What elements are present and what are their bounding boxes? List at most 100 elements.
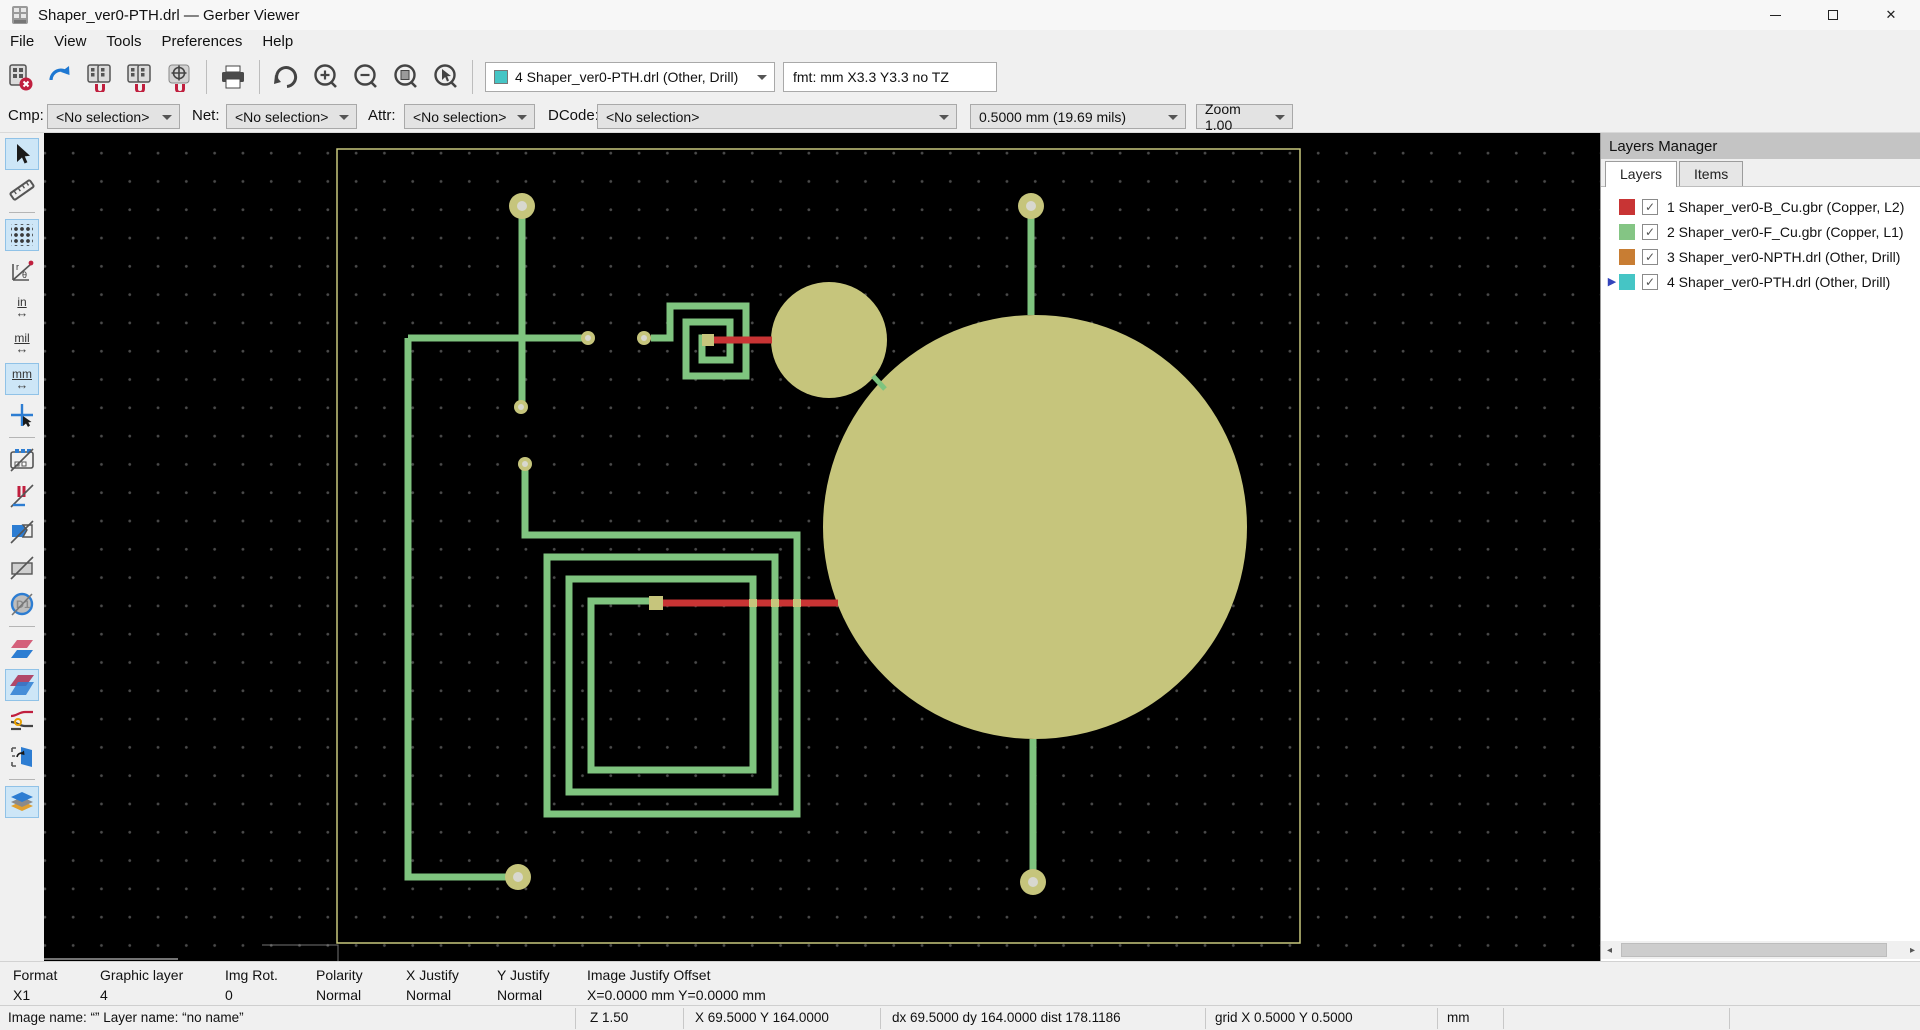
polar-coords-button[interactable]: r θ [5, 255, 39, 287]
layers-stacked-mode-button[interactable] [5, 669, 39, 701]
layer-color-swatch[interactable] [1619, 199, 1635, 215]
scroll-left-icon[interactable]: ◂ [1601, 945, 1618, 956]
menu-view[interactable]: View [44, 31, 96, 52]
left-toolbar: r θ in↔ mil↔ mm↔ [0, 133, 44, 961]
net-label: Net: [192, 107, 220, 124]
dcode-select[interactable]: <No selection> [597, 104, 957, 129]
active-layer-select[interactable]: 4 Shaper_ver0-PTH.drl (Other, Drill) [485, 62, 775, 92]
print-button[interactable] [213, 57, 253, 97]
layer-list: ✓ 1 Shaper_ver0-B_Cu.gbr (Copper, L2) ✓ … [1601, 187, 1920, 294]
menu-tools[interactable]: Tools [96, 31, 151, 52]
minimize-button[interactable] [1746, 0, 1804, 30]
flip-view-button[interactable] [5, 741, 39, 773]
layer-color-swatch[interactable] [1619, 249, 1635, 265]
attr-select[interactable]: <No selection> [404, 104, 535, 129]
svg-text:r: r [16, 262, 19, 272]
open-job-icon [165, 62, 195, 92]
tab-items[interactable]: Items [1679, 161, 1743, 186]
open-drill-files-button[interactable] [120, 57, 160, 97]
reload-all-layers-button[interactable] [40, 57, 80, 97]
layer-color-swatch[interactable] [1619, 274, 1635, 290]
cmp-select-value: <No selection> [56, 109, 149, 125]
dcode-label: DCode: [548, 107, 599, 124]
layers-manager-toggle-button[interactable] [5, 786, 39, 818]
zoom-fit-button[interactable] [386, 57, 426, 97]
cmp-select[interactable]: <No selection> [47, 104, 180, 129]
status-separator [1437, 1008, 1438, 1029]
field-img-rot: Img Rot.0 [225, 965, 278, 1005]
chevron-down-icon [757, 75, 767, 80]
negative-objects-icon [9, 555, 35, 581]
grid-size-select[interactable]: 0.5000 mm (19.69 mils) [970, 104, 1186, 129]
zoom-selection-icon [431, 62, 461, 92]
scroll-right-icon[interactable]: ▸ [1904, 945, 1920, 956]
grid-dots-icon [11, 224, 33, 246]
layer-color-swatch[interactable] [1619, 224, 1635, 240]
layer-label[interactable]: 2 Shaper_ver0-F_Cu.gbr (Copper, L1) [1667, 224, 1904, 240]
status-cursor-position: X 69.5000 Y 164.0000 [695, 1010, 829, 1025]
small-spiral-center-pad [702, 334, 714, 346]
layers-diff-mode-button[interactable] [5, 633, 39, 665]
layer-visibility-checkbox[interactable]: ✓ [1642, 274, 1658, 290]
layer-row-2[interactable]: ✓ 2 Shaper_ver0-F_Cu.gbr (Copper, L1) [1601, 219, 1920, 244]
status-zoom-factor: Z 1.50 [590, 1010, 628, 1025]
layer-row-4[interactable]: ▶ ✓ 4 Shaper_ver0-PTH.drl (Other, Drill) [1601, 269, 1920, 294]
menu-preferences[interactable]: Preferences [151, 31, 252, 52]
toolbar-separator [9, 212, 35, 213]
sketch-flashed-items-button[interactable] [5, 444, 39, 476]
image-info-panel: FormatX1 Graphic layer4 Img Rot.0 Polari… [0, 961, 1920, 1005]
clear-all-layers-button[interactable] [0, 57, 40, 97]
units-inches-button[interactable]: in↔ [5, 291, 39, 323]
layer-visibility-checkbox[interactable]: ✓ [1642, 224, 1658, 240]
tab-layers[interactable]: Layers [1605, 161, 1677, 187]
status-units: mm [1447, 1010, 1470, 1025]
redraw-button[interactable] [266, 57, 306, 97]
field-graphic-layer: Graphic layer4 [100, 965, 183, 1005]
zoom-selection-button[interactable] [426, 57, 466, 97]
menu-file[interactable]: File [0, 31, 44, 52]
menu-help[interactable]: Help [252, 31, 303, 52]
layer-label[interactable]: 4 Shaper_ver0-PTH.drl (Other, Drill) [1667, 274, 1890, 290]
sketch-lines-button[interactable] [5, 480, 39, 512]
layer-visibility-checkbox[interactable]: ✓ [1642, 249, 1658, 265]
net-select-value: <No selection> [235, 109, 328, 125]
layer-label[interactable]: 3 Shaper_ver0-NPTH.drl (Other, Drill) [1667, 249, 1900, 265]
layer-row-1[interactable]: ✓ 1 Shaper_ver0-B_Cu.gbr (Copper, L2) [1601, 194, 1920, 219]
open-job-file-button[interactable] [160, 57, 200, 97]
layers-stack-icon [9, 789, 35, 815]
open-gerber-files-button[interactable] [80, 57, 120, 97]
maximize-button[interactable] [1804, 0, 1862, 30]
scrollbar-thumb[interactable] [1621, 943, 1887, 957]
layer-visibility-checkbox[interactable]: ✓ [1642, 199, 1658, 215]
units-mils-button[interactable]: mil↔ [5, 327, 39, 359]
zoom-in-button[interactable] [306, 57, 346, 97]
layers-panel-hscrollbar[interactable]: ◂ ▸ [1601, 941, 1920, 959]
format-info-field[interactable]: fmt: mm X3.3 Y3.3 no TZ [783, 62, 997, 92]
layer-label[interactable]: 1 Shaper_ver0-B_Cu.gbr (Copper, L2) [1667, 199, 1904, 215]
gerber-canvas[interactable] [44, 133, 1600, 961]
sketch-polygons-button[interactable] [5, 516, 39, 548]
chevron-down-icon [1275, 115, 1285, 120]
cursor-arrow-icon [10, 142, 34, 166]
measure-tool-button[interactable] [5, 174, 39, 206]
layers-manager-panel: Layers Manager Layers Items ✓ 1 Shaper_v… [1600, 133, 1920, 961]
grid-visibility-button[interactable] [5, 219, 39, 251]
show-negative-objects-button[interactable] [5, 552, 39, 584]
zoom-out-icon [351, 62, 381, 92]
status-image-layer-names: Image name: “” Layer name: “no name” [8, 1010, 244, 1025]
zoom-level-value: Zoom 1.00 [1205, 101, 1270, 133]
show-dcodes-button[interactable]: D1 [5, 588, 39, 620]
close-button[interactable]: ✕ [1862, 0, 1920, 30]
highlight-nets-button[interactable] [5, 705, 39, 737]
net-select[interactable]: <No selection> [226, 104, 357, 129]
zoom-level-select[interactable]: Zoom 1.00 [1196, 104, 1293, 129]
status-separator [1503, 1008, 1504, 1029]
cursor-shape-button[interactable] [5, 399, 39, 431]
field-polarity: PolarityNormal [316, 965, 363, 1005]
layer-row-3[interactable]: ✓ 3 Shaper_ver0-NPTH.drl (Other, Drill) [1601, 244, 1920, 269]
select-tool-button[interactable] [5, 138, 39, 170]
field-image-justify-offset: Image Justify OffsetX=0.0000 mm Y=0.0000… [587, 965, 766, 1005]
sheet-frame-lines [44, 945, 338, 961]
zoom-out-button[interactable] [346, 57, 386, 97]
units-mm-button[interactable]: mm↔ [5, 363, 39, 395]
